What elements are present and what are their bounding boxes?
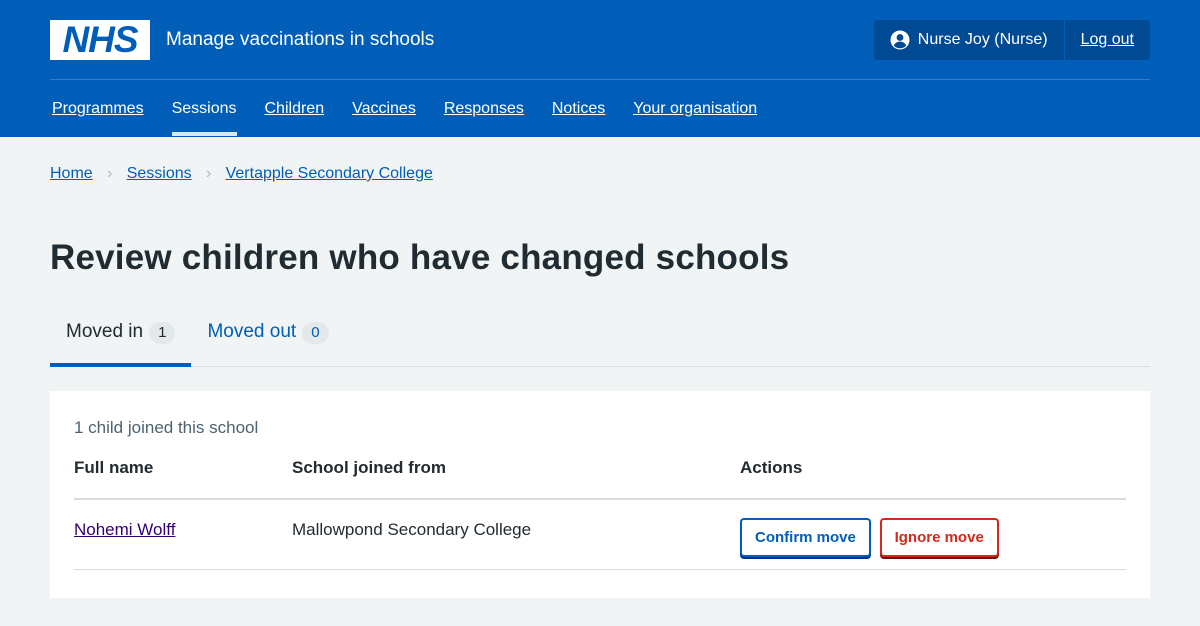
count-badge: 0 — [302, 322, 329, 344]
page-title: Review children who have changed schools — [50, 238, 790, 277]
moved-in-card: 1 child joined this school Full name Sch… — [50, 391, 1150, 598]
nhs-logo-text: NHS — [62, 18, 138, 60]
primary-navigation: Programmes Sessions Children Vaccines Re… — [52, 80, 1150, 136]
account-user: Nurse Joy (Nurse) — [873, 19, 1065, 60]
nav-item-sessions[interactable]: Sessions — [171, 100, 237, 136]
column-header-school-joined-from: School joined from — [292, 458, 740, 500]
nav-item-children[interactable]: Children — [265, 100, 325, 136]
nhs-logo[interactable]: NHS — [50, 18, 150, 60]
service-name[interactable]: Manage vaccinations in schools — [166, 29, 434, 51]
nav-item-programmes[interactable]: Programmes — [52, 100, 144, 136]
count-badge: 1 — [149, 322, 176, 344]
logout-link[interactable]: Log out — [1064, 19, 1150, 60]
table-header-row: Full name School joined from Actions — [74, 458, 1126, 500]
tab-moved-in[interactable]: Moved in 1 — [50, 309, 192, 367]
account-menu: Nurse Joy (Nurse) Log out — [873, 19, 1150, 60]
header-top-bar: NHS Manage vaccinations in schools Nurse… — [50, 0, 1150, 80]
table-caption: 1 child joined this school — [74, 418, 259, 437]
column-header-actions: Actions — [740, 458, 1126, 500]
chevron-right-icon: › — [107, 165, 113, 182]
nav-item-responses[interactable]: Responses — [444, 100, 524, 136]
site-header: NHS Manage vaccinations in schools Nurse… — [0, 0, 1200, 137]
nav-item-your-organisation[interactable]: Your organisation — [633, 100, 757, 136]
nav-item-notices[interactable]: Notices — [552, 100, 605, 136]
user-icon — [890, 30, 910, 50]
breadcrumb-home[interactable]: Home — [50, 165, 93, 183]
confirm-move-button[interactable]: Confirm move — [740, 518, 871, 557]
brand[interactable]: NHS Manage vaccinations in schools — [50, 18, 434, 60]
column-header-full-name: Full name — [74, 458, 292, 500]
cell-actions: Confirm move Ignore move — [740, 499, 1126, 570]
cell-school-from: Mallowpond Secondary College — [292, 499, 740, 570]
tab-label: Moved out — [207, 321, 297, 342]
account-user-label: Nurse Joy (Nurse) — [917, 30, 1048, 48]
cell-full-name: Nohemi Wolff — [74, 499, 292, 570]
ignore-move-button[interactable]: Ignore move — [879, 518, 999, 557]
table-row: Nohemi Wolff Mallowpond Secondary Colleg… — [74, 499, 1126, 570]
tab-label: Moved in — [66, 321, 144, 342]
child-name-link[interactable]: Nohemi Wolff — [74, 520, 175, 539]
breadcrumb-session[interactable]: Vertapple Secondary College — [226, 165, 433, 183]
tab-list: Moved in 1 Moved out 0 — [50, 309, 1150, 367]
tab-moved-out[interactable]: Moved out 0 — [191, 309, 344, 366]
main-content: Home › Sessions › Vertapple Secondary Co… — [50, 165, 1150, 598]
chevron-right-icon: › — [205, 165, 212, 182]
moved-in-table: Full name School joined from Actions Noh… — [74, 458, 1126, 570]
breadcrumb-sessions[interactable]: Sessions — [127, 165, 192, 183]
breadcrumb: Home › Sessions › Vertapple Secondary Co… — [50, 165, 1150, 183]
nav-item-vaccines[interactable]: Vaccines — [352, 100, 416, 136]
